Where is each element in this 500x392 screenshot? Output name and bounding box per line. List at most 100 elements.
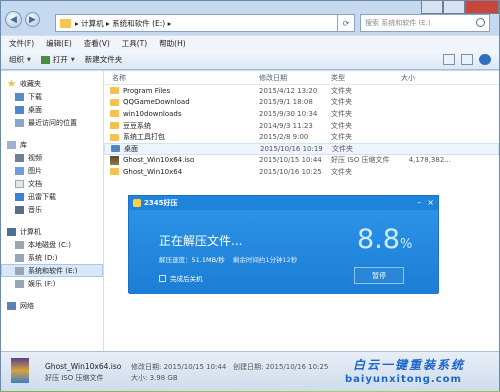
file-type: 文件夹 <box>331 98 352 107</box>
extract-status: 正在解压文件... <box>159 234 243 248</box>
sidebar-item-drive-f[interactable]: 娱乐 (F:) <box>1 277 103 290</box>
title-bar: ◀ ▶ ▸ 计算机 ▸ 系统和软件 (E:) ▸ ⟳ 搜索 系统和软件 (E:) <box>1 1 499 35</box>
sidebar-label: 系统 (D:) <box>28 253 58 262</box>
sidebar-item-documents[interactable]: 文档 <box>1 177 103 190</box>
document-icon <box>15 179 24 188</box>
archive-icon <box>110 155 119 165</box>
back-button[interactable]: ◀ <box>5 11 22 28</box>
sidebar-item-videos[interactable]: 视频 <box>1 151 103 164</box>
help-icon[interactable] <box>479 54 491 65</box>
file-name: Ghost_Win10x64.iso <box>123 156 195 165</box>
sidebar-item-desktop[interactable]: 桌面 <box>1 103 103 116</box>
column-name[interactable]: 名称 <box>104 73 259 83</box>
refresh-button[interactable]: ⟳ <box>337 14 355 32</box>
star-icon <box>7 79 16 87</box>
sidebar-label: 最近访问的位置 <box>28 118 77 127</box>
menu-tools[interactable]: 工具(T) <box>122 38 147 49</box>
menu-file[interactable]: 文件(F) <box>9 38 34 49</box>
music-icon <box>15 205 24 214</box>
network-icon <box>7 301 16 310</box>
open-button[interactable]: 打开 ▼ <box>40 54 75 65</box>
details-created: 创建日期: 2015/10/16 10:25 <box>233 363 329 371</box>
forward-arrow-icon: ▶ <box>29 14 36 25</box>
dialog-title-bar: 2345好压 <box>129 196 438 210</box>
sidebar-item-music[interactable]: 音乐 <box>1 203 103 216</box>
file-row[interactable]: win10downloads 2015/9/30 10:34 文件夹 <box>104 108 499 120</box>
sidebar-item-drive-e[interactable]: 系统和软件 (E:) <box>1 264 103 277</box>
file-name: 系统工具打包 <box>123 133 165 142</box>
file-date: 2015/9/1 18:08 <box>259 98 313 107</box>
close-icon[interactable]: × <box>427 198 434 207</box>
sidebar-item-downloads[interactable]: 下载 <box>1 90 103 103</box>
close-button[interactable] <box>465 1 499 14</box>
new-folder-label: 新建文件夹 <box>84 55 123 64</box>
search-icon <box>476 18 485 27</box>
column-size[interactable]: 大小 <box>401 73 451 83</box>
file-row[interactable]: 系统工具打包 2015/2/8 9:00 文件夹 <box>104 131 499 143</box>
sidebar-label: 文档 <box>28 179 42 188</box>
sidebar-network[interactable]: 网络 <box>1 299 103 312</box>
percent-value: 8.8 <box>357 224 400 255</box>
forward-button[interactable]: ▶ <box>25 12 40 27</box>
drive-icon <box>15 240 24 249</box>
speed-value: 51.1MB/秒 <box>191 256 225 264</box>
file-row[interactable]: 豆豆系统 2014/9/3 11:23 文件夹 <box>104 120 499 132</box>
minimize-button[interactable] <box>421 1 443 14</box>
file-row[interactable]: QQGameDownload 2015/9/1 18:08 文件夹 <box>104 97 499 109</box>
file-row[interactable]: Ghost_Win10x64.iso 2015/10/15 10:44 好压 I… <box>104 155 499 167</box>
checkbox-icon <box>159 274 166 282</box>
computer-icon <box>7 227 16 236</box>
sidebar-item-recent[interactable]: 最近访问的位置 <box>1 116 103 129</box>
new-folder-button[interactable]: 新建文件夹 <box>85 54 123 65</box>
view-controls <box>443 54 499 65</box>
sidebar-label: 视频 <box>28 153 42 162</box>
search-input[interactable]: 搜索 系统和软件 (E:) <box>360 14 490 32</box>
sidebar-libraries[interactable]: 库 <box>1 138 103 151</box>
view-options-icon[interactable] <box>443 54 455 65</box>
pause-button[interactable]: 暂停 <box>354 267 404 284</box>
column-type[interactable]: 类型 <box>331 73 401 83</box>
details-modified: 修改日期: 2015/10/15 10:44 <box>131 363 227 371</box>
file-row[interactable]: Ghost_Win10x64 2015/10/16 10:25 文件夹 <box>104 166 499 178</box>
sidebar-item-drive-d[interactable]: 系统 (D:) <box>1 251 103 264</box>
sidebar-item-xunlei[interactable]: 迅雷下载 <box>1 190 103 203</box>
speed-label: 解压速度： <box>159 256 192 264</box>
progress-percent: 8.8% <box>357 224 412 255</box>
desktop-icon <box>15 105 24 114</box>
refresh-icon: ⟳ <box>342 18 350 28</box>
file-date: 2014/9/3 11:23 <box>259 121 313 130</box>
menu-view[interactable]: 查看(V) <box>84 38 110 49</box>
menu-help[interactable]: 帮助(H) <box>159 38 186 49</box>
file-date: 2015/2/8 9:00 <box>259 133 309 142</box>
file-type: 好压 ISO 压缩文件 <box>331 156 390 165</box>
watermark-title: 白云一键重装系统 <box>353 358 466 372</box>
minimize-icon[interactable]: – <box>417 198 421 207</box>
explorer-window: ◀ ▶ ▸ 计算机 ▸ 系统和软件 (E:) ▸ ⟳ 搜索 系统和软件 (E:)… <box>0 0 500 391</box>
organize-button[interactable]: 组织 ▼ <box>9 54 31 65</box>
download-icon <box>15 192 24 201</box>
preview-pane-icon[interactable] <box>461 54 473 65</box>
maximize-button[interactable] <box>443 1 465 14</box>
sidebar-favorites[interactable]: 收藏夹 <box>1 77 103 90</box>
file-row[interactable]: Program Files 2015/4/12 13:20 文件夹 <box>104 85 499 97</box>
search-placeholder: 搜索 系统和软件 (E:) <box>365 19 431 27</box>
address-path: ▸ 计算机 ▸ 系统和软件 (E:) ▸ <box>75 18 172 28</box>
sidebar-label: 娱乐 (F:) <box>28 279 56 288</box>
sidebar-item-drive-c[interactable]: 本地磁盘 (C:) <box>1 238 103 251</box>
extract-info: 解压速度：51.1MB/秒 剩余时间约1分钟12秒 <box>159 254 297 264</box>
dialog-content: 正在解压文件... 8.8% 解压速度：51.1MB/秒 剩余时间约1分钟12秒… <box>129 210 438 294</box>
dialog-controls: – × <box>417 198 434 207</box>
sidebar-item-pictures[interactable]: 图片 <box>1 164 103 177</box>
folder-icon <box>110 110 119 118</box>
file-row[interactable]: 桌面 2015/10/16 10:19 文件夹 <box>104 142 499 155</box>
address-bar[interactable]: ▸ 计算机 ▸ 系统和软件 (E:) ▸ <box>55 14 345 32</box>
column-date[interactable]: 修改日期 <box>259 73 331 83</box>
menu-edit[interactable]: 编辑(E) <box>46 38 72 49</box>
sidebar-computer[interactable]: 计算机 <box>1 225 103 238</box>
file-type: 文件夹 <box>331 133 352 142</box>
sidebar-label: 系统和软件 (E:) <box>28 266 78 275</box>
file-date: 2015/10/16 10:25 <box>259 167 322 176</box>
sidebar-label: 本地磁盘 (C:) <box>28 240 71 249</box>
shutdown-checkbox[interactable]: 完成后关机 <box>159 273 203 283</box>
file-type: 文件夹 <box>332 144 353 153</box>
